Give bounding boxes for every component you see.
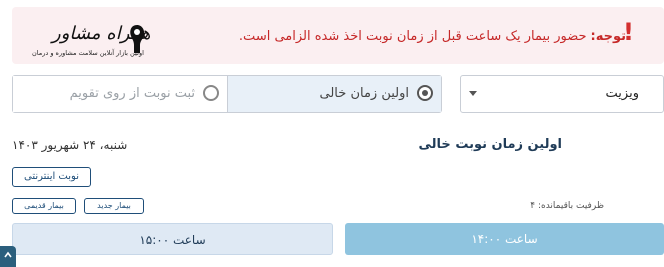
exclamation-icon: ! bbox=[623, 18, 634, 46]
section-title: اولین زمان نوبت خالی bbox=[418, 137, 562, 152]
time-slot-1500[interactable]: ساعت ۱۵:۰۰ bbox=[12, 223, 333, 255]
chevron-down-icon bbox=[469, 91, 477, 96]
new-patient-badge: بیمار جدید bbox=[84, 198, 144, 214]
notice-message: توجه:حضور بیمار یک ساعت قبل از زمان نوبت… bbox=[239, 29, 626, 44]
side-panel-toggle[interactable] bbox=[0, 246, 16, 267]
radio-label-first-available: اولین زمان خالی bbox=[319, 86, 409, 101]
online-booking-badge: نوبت اینترنتی bbox=[12, 167, 91, 187]
visit-type-value: ویزیت bbox=[605, 86, 639, 101]
radio-checked-icon bbox=[417, 85, 433, 101]
radio-label-calendar: ثبت نوبت از روی تقویم bbox=[69, 86, 195, 101]
booking-mode-group: اولین زمان خالی ثبت نوبت از روی تقویم bbox=[12, 75, 442, 113]
remaining-capacity: ظرفیت باقیمانده: ۴ bbox=[530, 201, 604, 211]
chevron-up-icon bbox=[4, 251, 12, 258]
notice-label: توجه: bbox=[590, 29, 626, 44]
appointment-date: شنبه، ۲۴ شهریور ۱۴۰۳ bbox=[12, 138, 128, 152]
logo: همراه مشاور اولین بازار آنلاین سلامت مشا… bbox=[30, 21, 151, 63]
radio-first-available[interactable]: اولین زمان خالی bbox=[227, 76, 441, 112]
notice-banner: همراه مشاور اولین بازار آنلاین سلامت مشا… bbox=[12, 7, 664, 64]
notice-message-text: حضور بیمار یک ساعت قبل از زمان نوبت اخذ … bbox=[238, 29, 587, 44]
visit-type-select[interactable]: ویزیت bbox=[460, 75, 664, 113]
radio-calendar[interactable]: ثبت نوبت از روی تقویم bbox=[13, 76, 227, 112]
old-patient-badge: بیمار قدیمی bbox=[12, 198, 76, 214]
logo-mark-icon bbox=[130, 25, 145, 53]
time-slot-1400[interactable]: ساعت ۱۴:۰۰ bbox=[345, 223, 664, 255]
radio-unchecked-icon bbox=[203, 85, 219, 101]
